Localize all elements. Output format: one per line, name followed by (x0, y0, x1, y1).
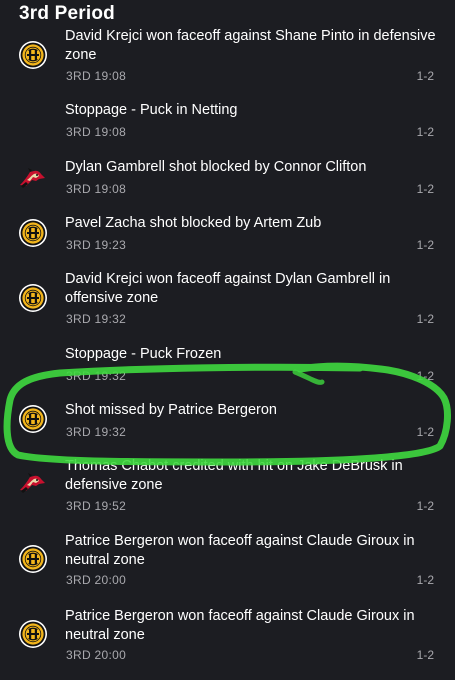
period-title: 3rd Period (19, 3, 115, 24)
event-description: Dylan Gambrell shot blocked by Connor Cl… (65, 159, 367, 175)
event-description: David Krejci won faceoff against Shane P… (65, 28, 436, 63)
event-time: 3RD 19:32 (66, 425, 127, 439)
event-description: Shot missed by Patrice Bergeron (65, 402, 277, 418)
event-score: 1-2 (416, 182, 434, 196)
event-time: 3RD 20:00 (66, 648, 127, 662)
list-item[interactable]: Pavel Zacha shot blocked by Artem Zub 3R… (0, 213, 455, 255)
event-score: 1-2 (416, 573, 434, 587)
event-time: 3RD 19:32 (66, 369, 127, 383)
senators-logo-icon (18, 469, 48, 499)
event-score: 1-2 (416, 499, 434, 513)
bruins-logo-icon (18, 283, 48, 313)
event-time: 3RD 20:00 (66, 573, 127, 587)
bruins-logo-icon (18, 619, 48, 649)
event-score: 1-2 (416, 69, 434, 83)
event-description: Thomas Chabot credited with hit on Jake … (65, 458, 403, 493)
list-item[interactable]: Stoppage - Puck in Netting 3RD 19:08 1-2 (0, 100, 455, 142)
event-description: Stoppage - Puck Frozen (65, 346, 222, 362)
event-time: 3RD 19:23 (66, 238, 127, 252)
list-item[interactable]: Patrice Bergeron won faceoff against Cla… (0, 531, 455, 591)
bruins-logo-icon (18, 40, 48, 70)
list-item[interactable]: Patrice Bergeron won faceoff against Cla… (0, 606, 455, 666)
event-description: Patrice Bergeron won faceoff against Cla… (65, 608, 415, 643)
bruins-logo-icon (18, 218, 48, 248)
event-time: 3RD 19:08 (66, 182, 127, 196)
event-description: David Krejci won faceoff against Dylan G… (65, 271, 391, 306)
event-score: 1-2 (416, 125, 434, 139)
senators-logo-icon (18, 164, 48, 194)
event-time: 3RD 19:52 (66, 499, 127, 513)
list-item[interactable]: David Krejci won faceoff against Dylan G… (0, 269, 455, 329)
event-time: 3RD 19:08 (66, 125, 127, 139)
list-item[interactable]: Stoppage - Puck Frozen 3RD 19:32 1-2 (0, 344, 455, 386)
event-score: 1-2 (416, 369, 434, 383)
bruins-logo-icon (18, 544, 48, 574)
event-description: Patrice Bergeron won faceoff against Cla… (65, 533, 415, 568)
event-score: 1-2 (416, 425, 434, 439)
event-description: Stoppage - Puck in Netting (65, 102, 238, 118)
list-item[interactable]: Dylan Gambrell shot blocked by Connor Cl… (0, 157, 455, 199)
list-item[interactable]: Thomas Chabot credited with hit on Jake … (0, 456, 455, 516)
list-item[interactable]: Shot missed by Patrice Bergeron 3RD 19:3… (0, 400, 455, 442)
list-item[interactable]: David Krejci won faceoff against Shane P… (0, 26, 455, 86)
event-description: Pavel Zacha shot blocked by Artem Zub (65, 215, 322, 231)
event-time: 3RD 19:08 (66, 69, 127, 83)
event-score: 1-2 (416, 238, 434, 252)
bruins-logo-icon (18, 404, 48, 434)
event-time: 3RD 19:32 (66, 312, 127, 326)
event-score: 1-2 (416, 648, 434, 662)
event-score: 1-2 (416, 312, 434, 326)
